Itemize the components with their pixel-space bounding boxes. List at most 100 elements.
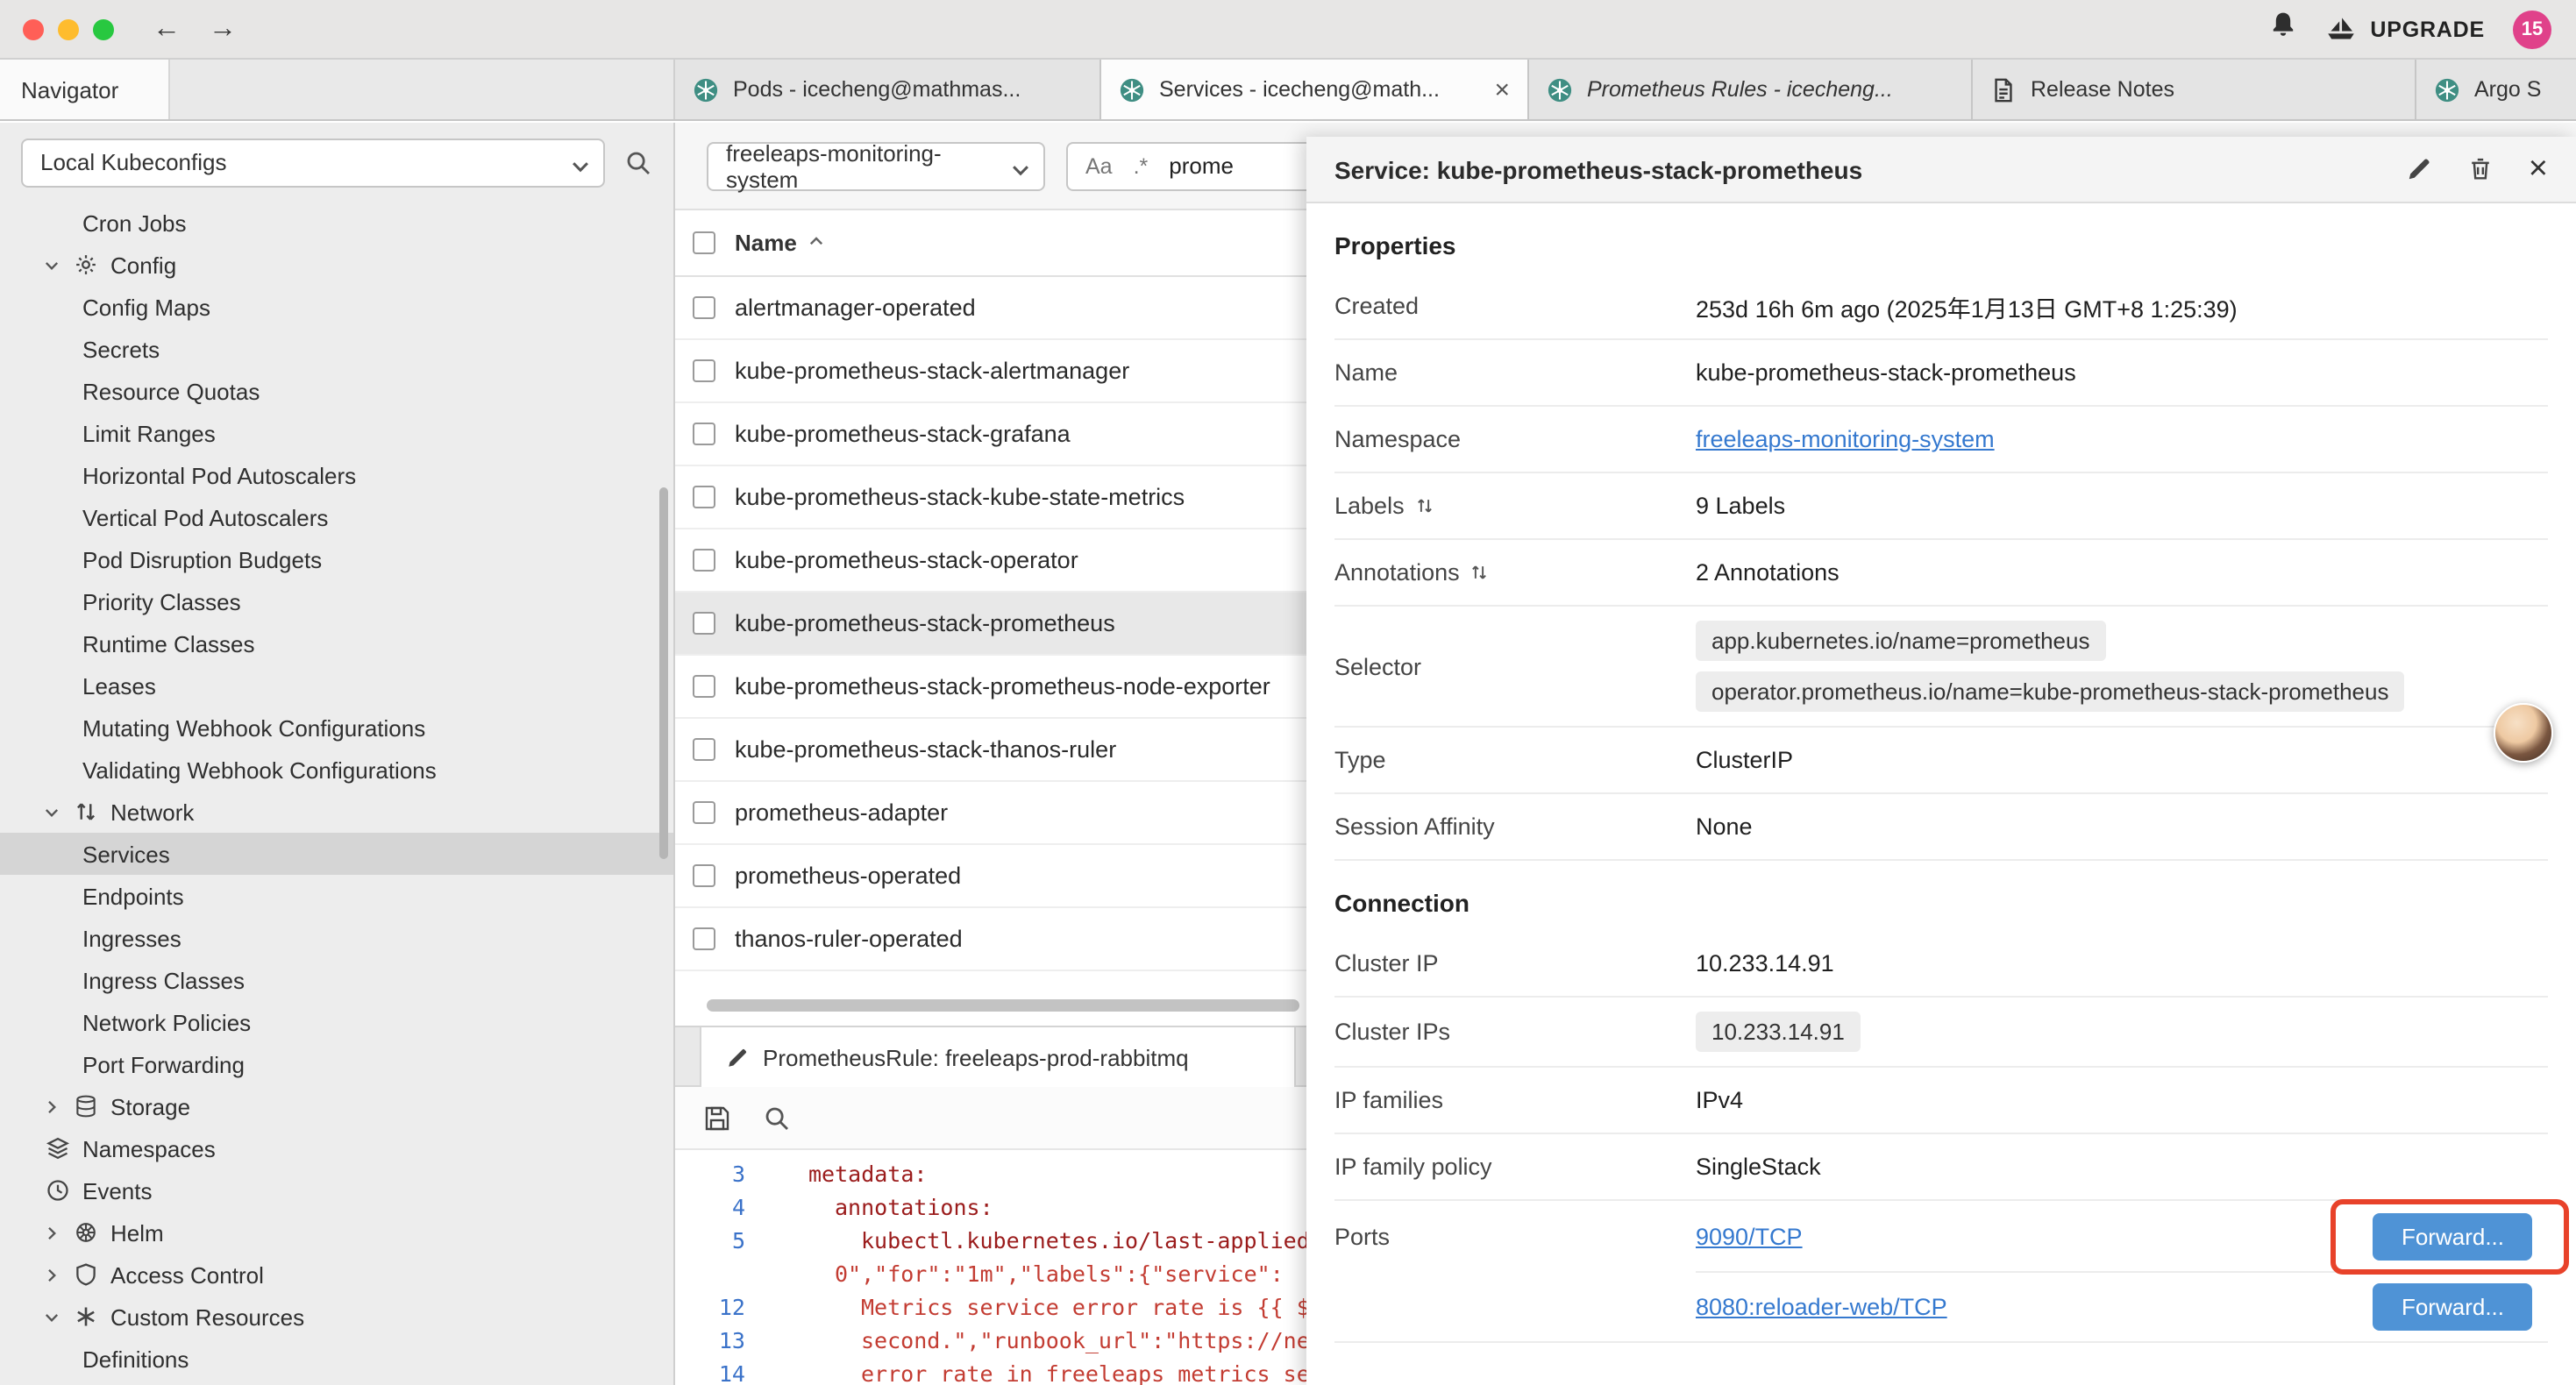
sort-toggle[interactable] <box>1415 496 1434 515</box>
sidebar-item-validating-webhook-configuration[interactable]: Validating Webhook Configurations <box>0 749 673 791</box>
notification-count-badge[interactable]: 15 <box>2513 10 2551 48</box>
document-icon <box>1990 76 2017 103</box>
drawer-row-label: Ports <box>1334 1201 1696 1271</box>
sidebar-search-button[interactable] <box>624 148 652 176</box>
forward-button[interactable]: Forward... <box>2373 1283 2532 1331</box>
port-link[interactable]: 9090/TCP <box>1696 1223 1803 1249</box>
delete-button[interactable] <box>2467 156 2494 182</box>
sidebar-item-port-forwarding[interactable]: Port Forwarding <box>0 1043 673 1085</box>
sidebar-item-priority-classes[interactable]: Priority Classes <box>0 580 673 622</box>
sidebar-item-limit-ranges[interactable]: Limit Ranges <box>0 412 673 454</box>
sidebar-item-leases[interactable]: Leases <box>0 664 673 707</box>
dock-tab-prometheusrule-freeleaps-prod-ra[interactable]: PrometheusRule: freeleaps-prod-rabbitmq <box>700 1027 1296 1087</box>
namespace-select[interactable]: freeleaps-monitoring-system <box>707 141 1045 190</box>
navigator-label: Navigator <box>21 76 118 103</box>
row-checkbox[interactable] <box>693 864 715 887</box>
sidebar-item-mutating-webhook-configurations[interactable]: Mutating Webhook Configurations <box>0 707 673 749</box>
trash-icon <box>2467 156 2494 182</box>
sidebar-item-resource-quotas[interactable]: Resource Quotas <box>0 370 673 412</box>
regex-toggle[interactable]: .* <box>1134 153 1149 178</box>
sidebar-item-helm[interactable]: Helm <box>0 1211 673 1254</box>
sidebar-item-ingress-classes[interactable]: Ingress Classes <box>0 959 673 1001</box>
sidebar-item-label: Definitions <box>82 1346 189 1372</box>
match-case-toggle[interactable]: Aa <box>1085 153 1113 178</box>
sidebar-item-secrets[interactable]: Secrets <box>0 328 673 370</box>
navigator-tab[interactable]: Navigator <box>0 60 169 119</box>
sidebar-item-cron-jobs[interactable]: Cron Jobs <box>0 202 673 244</box>
row-checkbox[interactable] <box>693 612 715 635</box>
sidebar-item-network[interactable]: Network <box>0 791 673 833</box>
tab-prometheus-rules-icecheng[interactable]: Prometheus Rules - icecheng... <box>1529 60 1973 119</box>
tab-close-icon[interactable]: × <box>1494 76 1510 103</box>
sidebar-item-runtime-classes[interactable]: Runtime Classes <box>0 622 673 664</box>
sidebar-item-vertical-pod-autoscalers[interactable]: Vertical Pod Autoscalers <box>0 496 673 538</box>
port-link[interactable]: 8080:reloader-web/TCP <box>1696 1294 1947 1320</box>
row-checkbox[interactable] <box>693 738 715 761</box>
drawer-row-label: Namespace <box>1334 426 1696 452</box>
sidebar-scrollbar[interactable] <box>659 487 668 859</box>
sidebar-item-horizontal-pod-autoscalers[interactable]: Horizontal Pod Autoscalers <box>0 454 673 496</box>
tab-pods-icecheng-mathmas[interactable]: Pods - icecheng@mathmas... <box>675 60 1101 119</box>
value-badge: 10.233.14.91 <box>1696 1012 1861 1052</box>
row-checkbox[interactable] <box>693 296 715 319</box>
sidebar-item-services[interactable]: Services <box>0 833 673 875</box>
sidebar-item-namespaces[interactable]: Namespaces <box>0 1127 673 1169</box>
kubeconfig-select[interactable]: Local Kubeconfigs <box>21 138 605 187</box>
namespaces-icon <box>46 1136 70 1161</box>
tab-argo-s[interactable]: Argo S <box>2416 60 2576 119</box>
namespace-link[interactable]: freeleaps-monitoring-system <box>1696 426 1995 452</box>
sidebar-item-endpoints[interactable]: Endpoints <box>0 875 673 917</box>
content-area: Local Kubeconfigs Cron JobsConfigConfig … <box>0 123 2576 1385</box>
sidebar-item-config[interactable]: Config <box>0 244 673 286</box>
forward-button[interactable]: → <box>209 13 237 45</box>
sidebar-item-events[interactable]: Events <box>0 1169 673 1211</box>
notifications-button[interactable] <box>2268 11 2296 47</box>
sidebar-item-storage[interactable]: Storage <box>0 1085 673 1127</box>
sidebar-item-ingresses[interactable]: Ingresses <box>0 917 673 959</box>
drawer-row-value: 9 Labels <box>1696 493 1785 519</box>
upgrade-button[interactable]: UPGRADE <box>2324 16 2485 42</box>
row-checkbox[interactable] <box>693 423 715 445</box>
maximize-window-button[interactable] <box>93 18 114 39</box>
row-checkbox[interactable] <box>693 927 715 950</box>
row-name: prometheus-operated <box>735 863 961 889</box>
sidebar-item-pod-disruption-budgets[interactable]: Pod Disruption Budgets <box>0 538 673 580</box>
row-checkbox[interactable] <box>693 486 715 508</box>
minimize-window-button[interactable] <box>58 18 79 39</box>
sidebar-item-definitions[interactable]: Definitions <box>0 1338 673 1380</box>
row-checkbox[interactable] <box>693 675 715 698</box>
select-all-checkbox[interactable] <box>693 231 715 254</box>
kubernetes-icon <box>1119 76 1145 103</box>
row-checkbox[interactable] <box>693 549 715 572</box>
chevron-down-icon <box>42 1307 61 1326</box>
drawer-close-button[interactable]: × <box>2529 153 2548 186</box>
port-lines: 9090/TCP Forward... 8080:reloader-web/TCP F… <box>1696 1201 2548 1341</box>
close-window-button[interactable] <box>23 18 44 39</box>
value-badge: app.kubernetes.io/name=prometheus <box>1696 621 2105 661</box>
sidebar-item-label: Endpoints <box>82 883 184 909</box>
kubeconfig-select-value: Local Kubeconfigs <box>40 149 227 175</box>
titlebar: ← → UPGRADE 15 <box>0 0 2576 60</box>
sidebar-item-network-policies[interactable]: Network Policies <box>0 1001 673 1043</box>
back-button[interactable]: ← <box>153 13 181 45</box>
row-checkbox[interactable] <box>693 359 715 382</box>
save-button[interactable] <box>703 1104 731 1132</box>
editor-search-button[interactable] <box>763 1104 791 1132</box>
floating-avatar[interactable] <box>2494 703 2553 763</box>
port-line: 8080:reloader-web/TCP Forward... <box>1696 1271 2548 1341</box>
drawer-row-selector: Selectorapp.kubernetes.io/name=prometheu… <box>1334 607 2548 728</box>
forward-wrap: Forward... <box>2373 1212 2532 1260</box>
sort-toggle[interactable] <box>1470 563 1490 582</box>
sidebar-item-config-maps[interactable]: Config Maps <box>0 286 673 328</box>
row-checkbox[interactable] <box>693 801 715 824</box>
sidebar-item-custom-resources[interactable]: Custom Resources <box>0 1296 673 1338</box>
name-column-header[interactable]: Name <box>735 230 827 256</box>
edit-button[interactable] <box>2406 156 2432 182</box>
horizontal-scrollbar[interactable] <box>707 999 1299 1012</box>
sidebar-item-label: Leases <box>82 672 156 699</box>
forward-button[interactable]: Forward... <box>2373 1212 2532 1260</box>
tab-services-icecheng-math[interactable]: Services - icecheng@math...× <box>1101 60 1529 119</box>
sidebar-item-access-control[interactable]: Access Control <box>0 1254 673 1296</box>
tab-release-notes[interactable]: Release Notes <box>1973 60 2416 119</box>
row-name: kube-prometheus-stack-prometheus <box>735 610 1115 636</box>
